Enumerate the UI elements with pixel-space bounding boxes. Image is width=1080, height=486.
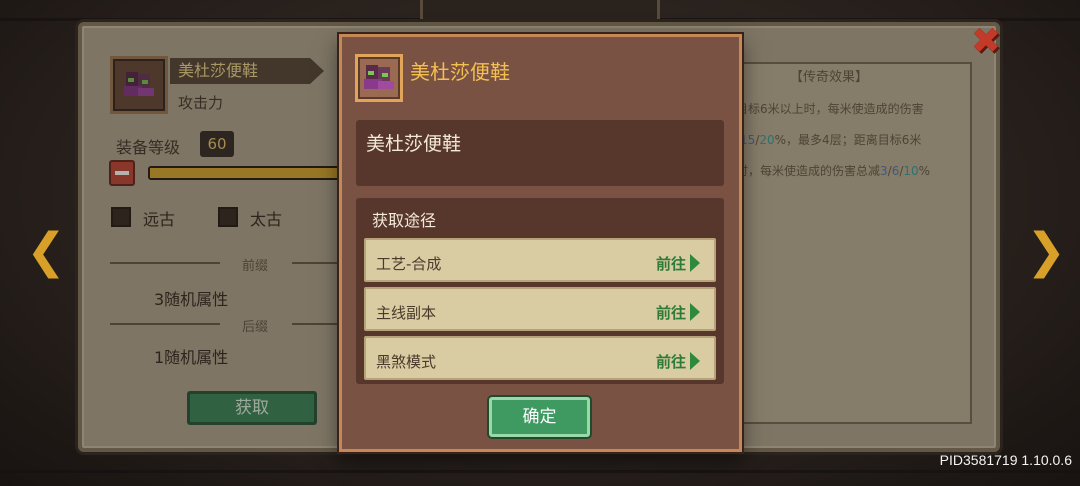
source-row-craft[interactable]: 工艺-合成 前往 xyxy=(364,238,716,282)
level-slider-fill xyxy=(150,168,346,178)
source-list-title: 获取途径 xyxy=(372,211,437,230)
description-text: 美杜莎便鞋 xyxy=(366,133,462,155)
boots-icon xyxy=(122,70,156,100)
legend-text: %，最多4层；距离目标6米 xyxy=(774,133,922,147)
checkbox-ancient[interactable] xyxy=(111,207,131,227)
checkbox-primal[interactable] xyxy=(218,207,238,227)
goto-button[interactable]: 前往 xyxy=(656,253,686,274)
goto-button[interactable]: 前往 xyxy=(656,302,686,323)
item-slot xyxy=(110,56,168,114)
get-button[interactable]: 获取 xyxy=(187,391,317,425)
source-label: 主线副本 xyxy=(376,304,437,322)
source-label: 工艺-合成 xyxy=(376,255,442,273)
source-label: 黑煞模式 xyxy=(376,353,437,371)
source-row-dark-mode[interactable]: 黑煞模式 前往 xyxy=(364,336,716,380)
dialog-title: 美杜莎便鞋 xyxy=(410,60,510,84)
legend-line-1: 目标6米以上时，每米使造成的伤害 xyxy=(736,100,924,117)
suffix-label: 后缀 xyxy=(242,320,269,335)
level-decrease-button[interactable] xyxy=(109,160,135,186)
level-value: 60 xyxy=(200,131,234,157)
divider xyxy=(110,323,220,325)
dialog-item-slot xyxy=(355,54,403,102)
divider xyxy=(110,262,220,264)
play-arrow-icon xyxy=(690,254,700,272)
legend-value: 10 xyxy=(903,164,919,178)
boots-icon xyxy=(362,63,396,93)
chevron-left-icon[interactable]: ❮ xyxy=(26,226,66,276)
item-name-tag: 美杜莎便鞋 xyxy=(170,58,324,84)
legend-line-3: 时，每米使造成的伤害总减3/6/10% xyxy=(736,162,930,179)
source-row-main-dungeon[interactable]: 主线副本 前往 xyxy=(364,287,716,331)
divider xyxy=(292,323,338,325)
minus-icon xyxy=(115,171,129,175)
legend-text: 时，每米使造成的伤害总减 xyxy=(736,164,881,178)
legendary-effect-title: 【传奇效果】 xyxy=(790,70,869,85)
play-arrow-icon xyxy=(690,352,700,370)
legend-line-2: /15/20%，最多4层；距离目标6米 xyxy=(736,131,921,148)
prefix-value: 3随机属性 xyxy=(154,290,229,309)
close-icon[interactable]: ✖ xyxy=(968,24,1004,60)
chevron-right-icon[interactable]: ❯ xyxy=(1026,226,1066,276)
checkbox-primal-label: 太古 xyxy=(250,210,283,229)
legend-value: 20 xyxy=(759,133,775,147)
divider xyxy=(292,262,338,264)
legend-value: 3 xyxy=(880,164,888,178)
build-info: PID3581719 1.10.0.6 xyxy=(939,452,1072,468)
goto-button[interactable]: 前往 xyxy=(656,351,686,372)
checkbox-ancient-label: 远古 xyxy=(143,210,176,229)
level-label: 装备等级 xyxy=(116,138,181,157)
suffix-value: 1随机属性 xyxy=(154,348,229,367)
play-arrow-icon xyxy=(690,303,700,321)
background-line xyxy=(0,470,1080,473)
confirm-button[interactable]: 确定 xyxy=(489,397,590,437)
item-sub-attribute: 攻击力 xyxy=(178,94,224,112)
legend-text: 目标6米以上时，每米使造成的伤害 xyxy=(736,102,924,116)
legend-value: 15 xyxy=(740,133,756,147)
level-slider[interactable] xyxy=(148,166,348,180)
legend-text: % xyxy=(918,164,931,178)
prefix-label: 前缀 xyxy=(242,259,269,274)
